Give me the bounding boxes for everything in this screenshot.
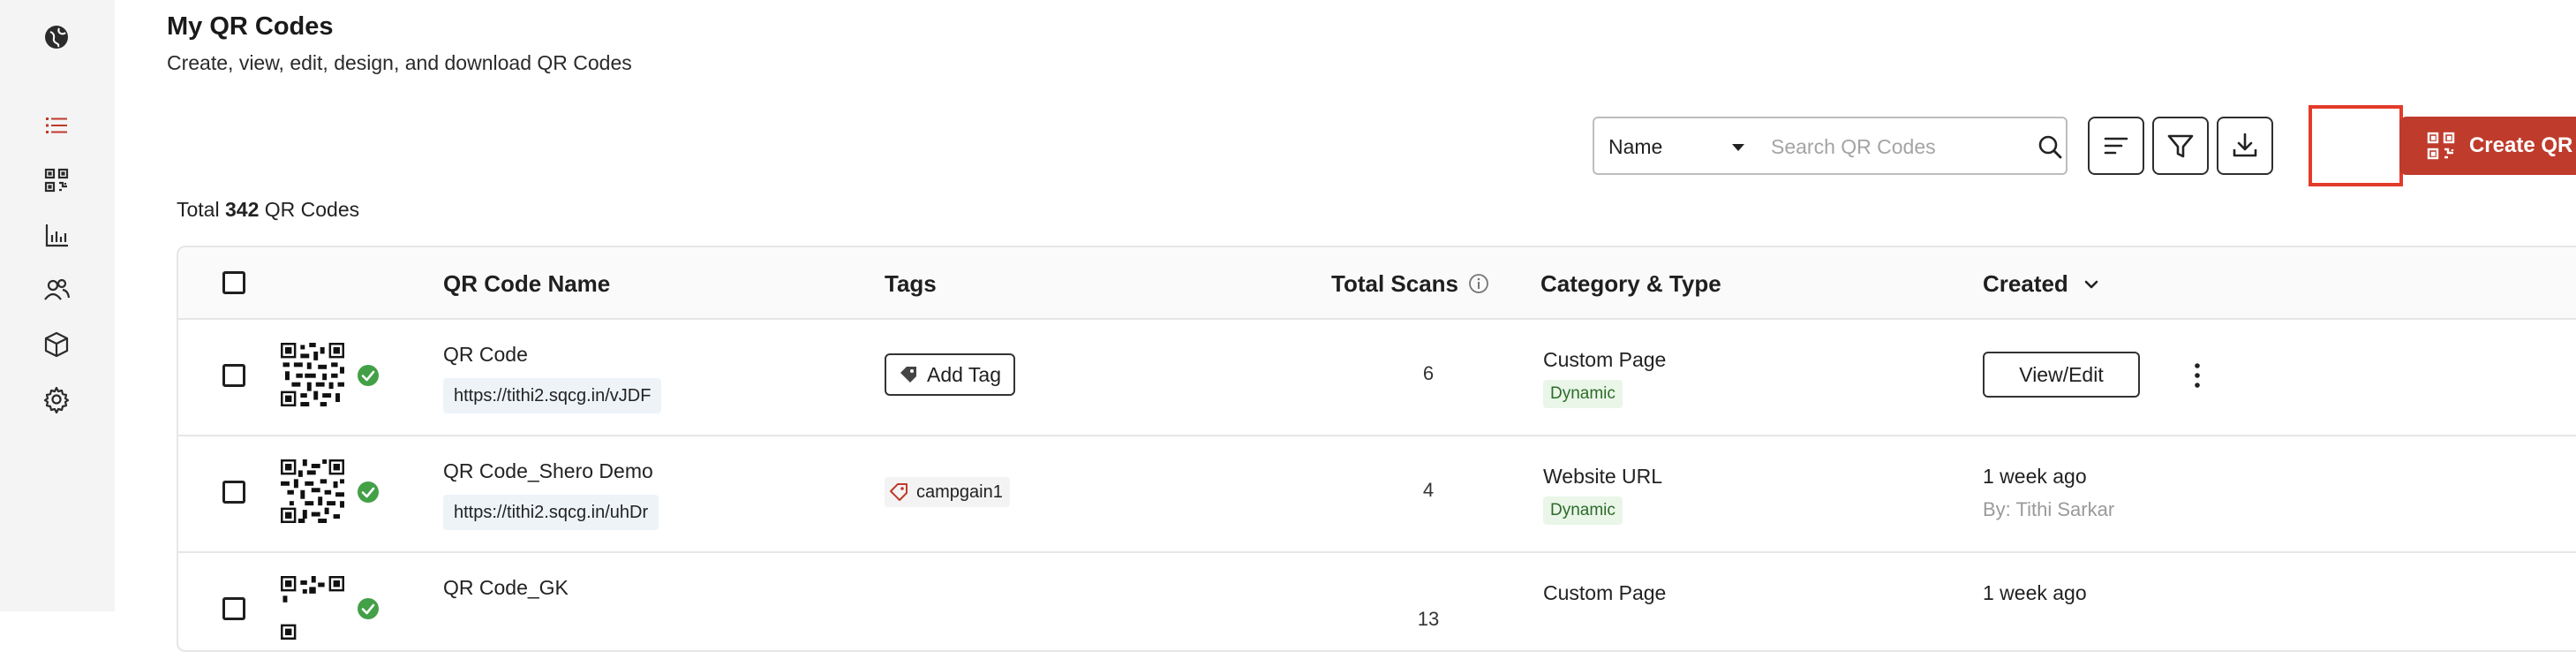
active-status-icon [358,481,379,503]
bar-chart-icon[interactable] [41,219,72,251]
search-group: Name Search QR Codes [1593,117,2068,175]
column-header-created[interactable]: Created [1983,270,2101,298]
table-row[interactable]: QR Code https://tithi2.sqcg.in/vJDF Add … [178,318,2576,436]
search-input[interactable]: Search QR Codes [1771,135,1936,159]
total-count: Total 342 QR Codes [177,198,360,221]
table-header: QR Code Name Tags Total Scans Category &… [178,247,2576,320]
qr-category: Custom Page [1543,348,1667,371]
qr-code-name[interactable]: QR Code_GK [443,576,569,600]
more-options-icon[interactable] [2193,362,2202,389]
qr-type-badge: Dynamic [1543,497,1623,525]
add-tag-button[interactable]: Add Tag [885,353,1015,396]
row-checkbox[interactable] [222,597,245,620]
download-button[interactable] [2217,117,2273,175]
view-edit-button[interactable]: View/Edit [1983,352,2140,398]
qr-code-thumbnail[interactable] [281,576,344,640]
tag-chip[interactable]: campgain1 [885,477,1010,507]
globe-icon[interactable] [41,21,72,53]
filter-icon [2167,134,2194,158]
gear-icon[interactable] [41,383,72,415]
qr-icon[interactable] [41,164,72,196]
qr-code-name[interactable]: QR Code_Shero Demo [443,459,653,483]
table-row[interactable]: QR Code_GK 13 Custom Page 1 week ago [178,551,2576,650]
search-field-select[interactable]: Name [1608,135,1662,159]
cube-icon[interactable] [41,329,72,360]
sort-button[interactable] [2088,117,2144,175]
create-qr-code-button[interactable]: Create QR Code [2399,117,2576,175]
total-scans: 6 [1422,362,1435,384]
main-content: My QR Codes Create, view, edit, design, … [115,0,2576,652]
tag-icon [900,367,916,383]
download-highlight [2309,105,2403,186]
page-subtitle: Create, view, edit, design, and download… [167,51,632,74]
qr-code-url[interactable]: https://tithi2.sqcg.in/uhDr [443,495,659,530]
sort-icon [2104,137,2128,155]
tag-icon [890,483,908,501]
qr-code-name[interactable]: QR Code [443,343,528,367]
search-icon[interactable] [2036,133,2064,161]
page-title: My QR Codes [167,12,334,41]
active-status-icon [358,598,379,619]
select-all-checkbox[interactable] [222,271,245,294]
chevron-down-icon [2084,280,2098,289]
qr-type-badge: Dynamic [1543,380,1623,408]
qr-code-thumbnail[interactable] [281,459,344,523]
info-icon[interactable] [1468,273,1489,294]
create-qr-code-label: Create QR Code [2468,133,2576,157]
column-header-name[interactable]: QR Code Name [443,270,610,298]
download-icon [2233,133,2257,157]
filter-button[interactable] [2152,117,2209,175]
total-scans: 4 [1422,479,1435,501]
qr-code-thumbnail[interactable] [281,343,344,406]
row-checkbox[interactable] [222,364,245,387]
qr-icon [2427,132,2455,160]
created-by: By: Tithi Sarkar [1983,498,2115,520]
created-time: 1 week ago [1983,581,2087,604]
sidebar [0,0,115,611]
qr-codes-table: QR Code Name Tags Total Scans Category &… [177,246,2576,652]
table-row[interactable]: QR Code_Shero Demo https://tithi2.sqcg.i… [178,435,2576,553]
qr-category: Custom Page [1543,581,1667,604]
caret-down-icon[interactable] [1729,138,1748,157]
qr-category: Website URL [1543,465,1663,488]
column-header-tags: Tags [885,270,937,297]
users-icon[interactable] [41,274,72,306]
qr-code-url[interactable]: https://tithi2.sqcg.in/vJDF [443,378,662,413]
created-time: 1 week ago [1983,465,2087,488]
column-header-category: Category & Type [1540,270,1721,297]
row-checkbox[interactable] [222,481,245,504]
column-header-scans: Total Scans [1331,270,1489,298]
list-icon[interactable] [41,110,72,141]
active-status-icon [358,365,379,386]
